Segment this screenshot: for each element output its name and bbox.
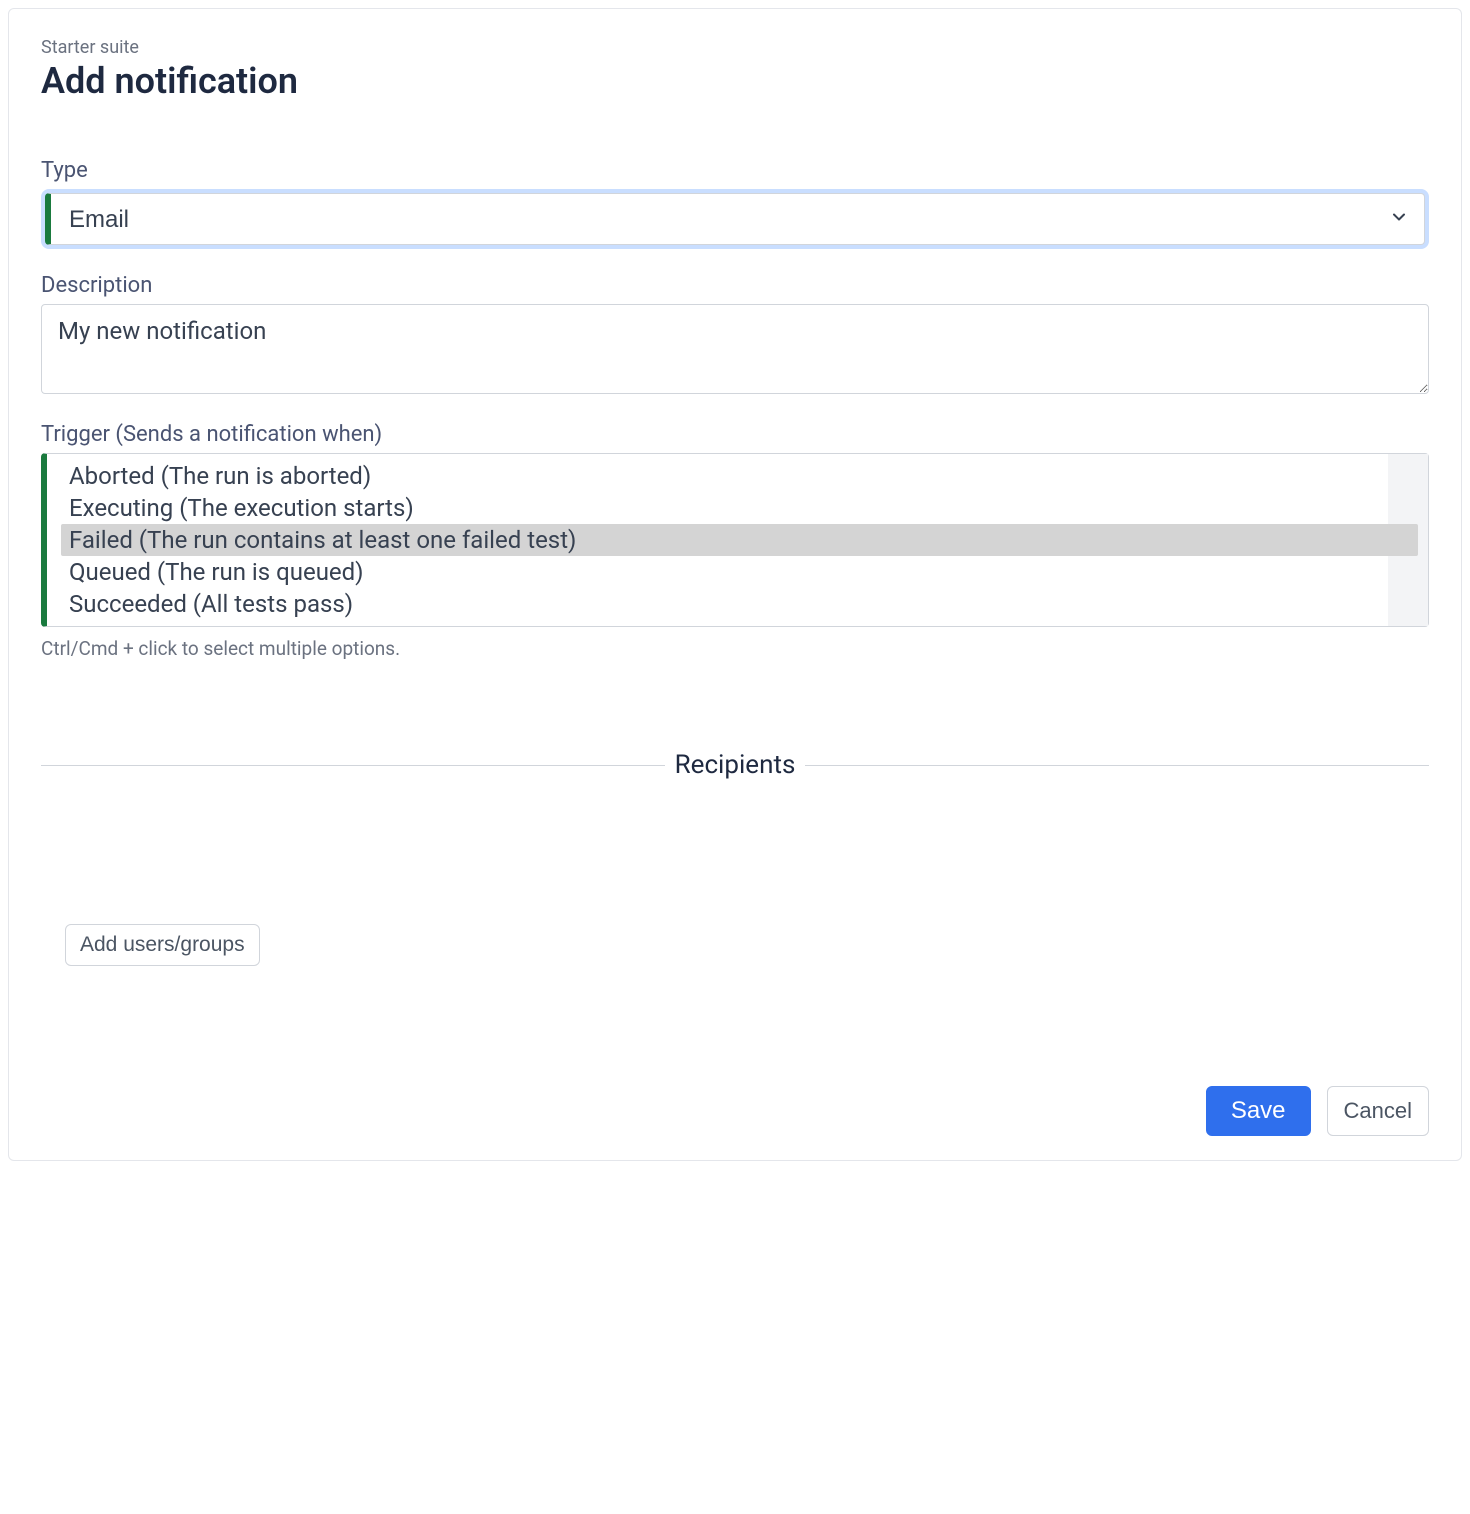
trigger-option[interactable]: Failed (The run contains at least one fa… — [61, 524, 1418, 556]
trigger-listbox-wrap: Aborted (The run is aborted) Executing (… — [41, 453, 1429, 627]
recipients-area — [41, 780, 1429, 920]
cancel-button[interactable]: Cancel — [1327, 1086, 1429, 1136]
trigger-option[interactable]: Succeeded (All tests pass) — [61, 588, 1418, 620]
notification-form-card: Starter suite Add notification Type Emai… — [8, 8, 1462, 1161]
save-button[interactable]: Save — [1206, 1086, 1311, 1136]
trigger-listbox-inner: Aborted (The run is aborted) Executing (… — [47, 454, 1428, 626]
breadcrumb: Starter suite — [41, 37, 1429, 58]
type-select-wrap: Email — [45, 193, 1425, 245]
type-select-focus-ring: Email — [41, 189, 1429, 249]
footer-actions: Save Cancel — [41, 1086, 1429, 1136]
recipients-heading: Recipients — [665, 750, 806, 780]
trigger-option[interactable]: Executing (The execution starts) — [61, 492, 1418, 524]
trigger-listbox[interactable]: Aborted (The run is aborted) Executing (… — [41, 453, 1429, 627]
add-users-groups-button[interactable]: Add users/groups — [65, 924, 260, 966]
type-label: Type — [41, 158, 1429, 183]
description-field-group: Description — [41, 273, 1429, 398]
recipients-section-divider: Recipients — [41, 750, 1429, 780]
trigger-field-group: Trigger (Sends a notification when) Abor… — [41, 422, 1429, 660]
type-select[interactable]: Email — [45, 193, 1425, 245]
trigger-option[interactable]: Aborted (The run is aborted) — [61, 460, 1418, 492]
divider-line-left — [41, 765, 665, 766]
description-label: Description — [41, 273, 1429, 298]
trigger-helper-text: Ctrl/Cmd + click to select multiple opti… — [41, 637, 1429, 660]
trigger-option[interactable]: Queued (The run is queued) — [61, 556, 1418, 588]
trigger-label: Trigger (Sends a notification when) — [41, 422, 1429, 447]
description-textarea[interactable] — [41, 304, 1429, 394]
divider-line-right — [805, 765, 1429, 766]
page-title: Add notification — [41, 60, 1429, 102]
type-field-group: Type Email — [41, 158, 1429, 249]
